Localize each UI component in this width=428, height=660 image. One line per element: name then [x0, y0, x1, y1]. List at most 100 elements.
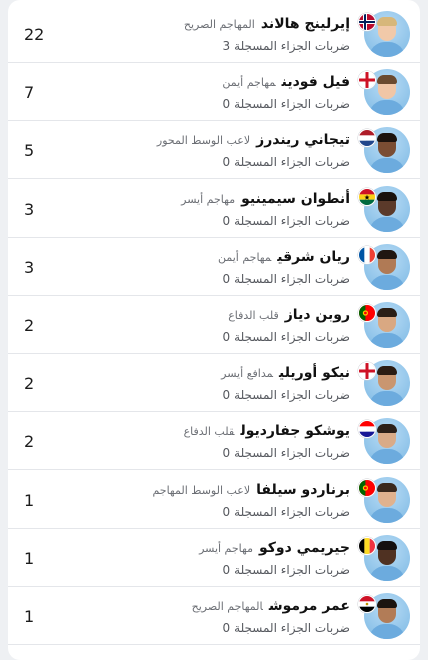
player-position: المهاجم الصريح — [183, 18, 255, 31]
player-info: يوشكو جفارديول قلب الدفاع ضربات الجزاء الم… — [40, 421, 350, 462]
player-row[interactable]: 1 عمر مرموش المهاجم الصريح ضربات الجزاء الم… — [8, 587, 420, 645]
stat-value: 0 — [222, 214, 231, 228]
player-row[interactable]: 7 فيل فودين مهاجم أيمن ضربات الجزاء المسجلة… — [8, 63, 420, 121]
player-name[interactable]: فيل فودين — [282, 74, 350, 90]
player-row[interactable]: 1 برناردو سيلفا لاعب الوسط المهاجم ضربات ال… — [8, 471, 420, 529]
player-row[interactable]: 2 روبن دياز قلب الدفاع ضربات الجزاء المسجلة… — [8, 296, 420, 354]
avatar-shirt — [369, 391, 405, 406]
stat-label: ضربات الجزاء المسجلة — [234, 272, 350, 286]
player-row[interactable]: 3 أنطوان سيمينيو مهاجم أيسر ضربات الجزاء ال… — [8, 180, 420, 238]
stat-value: 0 — [222, 621, 231, 635]
player-title-line: أنطوان سيمينيو مهاجم أيسر — [40, 189, 350, 210]
player-position: لاعب الوسط المهاجم — [152, 484, 251, 497]
player-position: قلب الدفاع — [183, 425, 235, 438]
avatar-hair — [377, 75, 397, 84]
stat-value: 0 — [222, 446, 231, 460]
player-name[interactable]: أنطوان سيمينيو — [241, 191, 350, 207]
stat-label: ضربات الجزاء المسجلة — [234, 621, 350, 635]
stat-value: 0 — [222, 330, 231, 344]
player-title-line: فيل فودين مهاجم أيمن — [40, 72, 350, 93]
player-position: مدافع أيسر — [221, 367, 273, 380]
player-stat-line: ضربات الجزاء المسجلة0 — [40, 270, 351, 288]
avatar-shirt — [369, 42, 405, 57]
player-title-line: تيجاني ريندرز لاعب الوسط المحور — [40, 130, 350, 151]
player-position: لاعب الوسط المحور — [156, 134, 251, 147]
player-row[interactable]: 2 نيكو أوريلي مدافع أيسر ضربات الجزاء المسج… — [8, 354, 420, 412]
stat-label: ضربات الجزاء المسجلة — [234, 388, 350, 402]
player-row[interactable]: 22 إيرلينج هالاندالمهاجم الصريح ضربات الجز… — [8, 5, 420, 63]
avatar-shirt — [369, 100, 405, 115]
portugal-flag — [358, 479, 376, 497]
player-stat-line: ضربات الجزاء المسجلة0 — [40, 386, 351, 404]
avatar-hair — [377, 133, 397, 142]
player-title-line: ريان شرقي مهاجم أيمن — [40, 247, 350, 268]
avatar-hair — [377, 483, 397, 492]
player-name[interactable]: ريان شرقي — [277, 249, 350, 265]
stat-count: 1 — [24, 491, 35, 510]
avatar-shirt — [369, 217, 405, 232]
avatar-shirt — [369, 333, 405, 348]
avatar-shirt — [369, 275, 405, 290]
player-name[interactable]: تيجاني ريندرز — [256, 132, 350, 148]
player-stat-line: ضربات الجزاء المسجلة0 — [40, 95, 351, 113]
player-title-line: جيريمي دوكو مهاجم أيسر — [40, 538, 350, 559]
stat-count: 3 — [24, 200, 35, 219]
stat-value: 0 — [222, 388, 231, 402]
player-info: تيجاني ريندرز لاعب الوسط المحور ضربات الجز… — [40, 130, 350, 171]
player-row[interactable]: 1 جيريمي دوكو مهاجم أيسر ضربات الجزاء المسج… — [8, 529, 420, 587]
player-info: نيكو أوريلي مدافع أيسر ضربات الجزاء المسجل… — [40, 363, 350, 404]
stat-value: 0 — [222, 563, 231, 577]
avatar-hair — [377, 192, 397, 201]
player-name[interactable]: إيرلينج هالاند — [261, 16, 350, 32]
stat-count: 1 — [24, 549, 35, 568]
stat-count: 2 — [24, 432, 35, 451]
player-position: مهاجم أيسر — [199, 542, 253, 555]
player-stat-line: ضربات الجزاء المسجلة0 — [40, 561, 351, 579]
stat-value: 0 — [222, 272, 231, 286]
netherlands-flag — [358, 129, 376, 147]
player-info: أنطوان سيمينيو مهاجم أيسر ضربات الجزاء الم… — [40, 189, 350, 230]
player-title-line: عمر مرموش المهاجم الصريح — [40, 596, 350, 617]
stat-label: ضربات الجزاء المسجلة — [234, 563, 350, 577]
player-stat-line: ضربات الجزاء المسجلة0 — [40, 503, 351, 521]
player-stat-line: ضربات الجزاء المسجلة3 — [40, 37, 351, 55]
avatar-shirt — [369, 158, 405, 173]
player-name[interactable]: برناردو سيلفا — [256, 482, 350, 498]
stat-value: 3 — [222, 39, 231, 53]
player-title-line: برناردو سيلفا لاعب الوسط المهاجم — [40, 480, 350, 501]
stat-count: 3 — [24, 258, 35, 277]
player-row[interactable]: 2 يوشكو جفارديول قلب الدفاع ضربات الجزاء ال… — [8, 412, 420, 470]
stat-value: 0 — [222, 97, 231, 111]
france-flag — [358, 246, 376, 264]
stat-label: ضربات الجزاء المسجلة — [234, 97, 350, 111]
stat-value: 0 — [222, 155, 231, 169]
player-title-line: نيكو أوريلي مدافع أيسر — [40, 363, 350, 384]
belgium-flag — [358, 537, 376, 555]
avatar-shirt — [369, 449, 405, 464]
player-name[interactable]: يوشكو جفارديول — [240, 423, 350, 439]
player-row[interactable]: 5 تيجاني ريندرز لاعب الوسط المحور ضربات الج… — [8, 121, 420, 179]
player-name[interactable]: نيكو أوريلي — [279, 365, 350, 381]
player-stat-line: ضربات الجزاء المسجلة0 — [40, 153, 351, 171]
stat-count: 7 — [24, 83, 35, 102]
player-name[interactable]: عمر مرموش — [269, 598, 350, 614]
avatar-shirt — [369, 508, 405, 523]
player-info: جيريمي دوكو مهاجم أيسر ضربات الجزاء المسجل… — [40, 538, 350, 579]
player-row[interactable]: 3 ريان شرقي مهاجم أيمن ضربات الجزاء المسجلة… — [8, 238, 420, 296]
england-flag — [358, 362, 376, 380]
egypt-flag — [358, 595, 376, 613]
player-name[interactable]: روبن دياز — [285, 307, 350, 323]
avatar-hair — [377, 17, 397, 26]
stat-label: ضربات الجزاء المسجلة — [234, 330, 350, 344]
avatar-shirt — [369, 566, 405, 581]
player-position: المهاجم الصريح — [191, 600, 263, 613]
player-name[interactable]: جيريمي دوكو — [259, 540, 350, 556]
player-position: قلب الدفاع — [228, 309, 279, 322]
player-title-line: يوشكو جفارديول قلب الدفاع — [40, 421, 350, 442]
norway-flag — [358, 13, 376, 31]
player-title-line: روبن دياز قلب الدفاع — [40, 305, 350, 326]
player-position: مهاجم أيمن — [217, 251, 272, 264]
stat-label: ضربات الجزاء المسجلة — [234, 446, 350, 460]
stat-label: ضربات الجزاء المسجلة — [234, 39, 350, 53]
stat-label: ضربات الجزاء المسجلة — [234, 155, 350, 169]
